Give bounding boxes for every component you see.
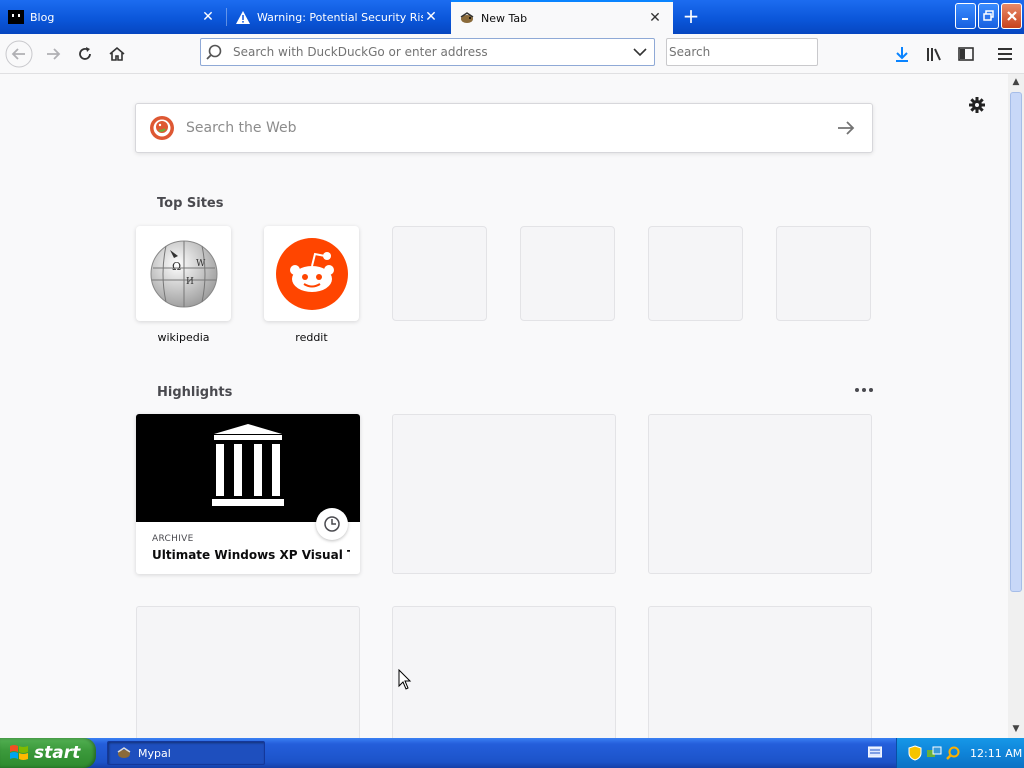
clock-label: 12:11 AM [970, 746, 1023, 760]
highlight-title: Ultimate Windows XP Visual The... [152, 548, 350, 562]
mypal-favicon-icon [459, 10, 475, 26]
wikipedia-globe-icon: Ω W И [150, 240, 217, 307]
arrow-right-icon[interactable] [834, 116, 858, 140]
tab-label: Blog [30, 10, 55, 24]
sidebar-toggle-button[interactable] [952, 40, 980, 68]
minimize-icon [961, 18, 968, 20]
hamburger-menu-icon [998, 48, 1012, 60]
top-site-empty [520, 226, 615, 321]
web-search-box[interactable] [135, 103, 873, 153]
start-label: start [34, 743, 81, 763]
restore-button[interactable] [978, 3, 999, 29]
svg-text:W: W [196, 259, 206, 269]
duckduckgo-icon [150, 116, 174, 140]
web-search-input[interactable] [184, 119, 834, 137]
library-button[interactable] [920, 40, 948, 68]
taskbar-item-mypal[interactable]: Mypal [107, 741, 265, 765]
url-input[interactable] [231, 44, 626, 60]
home-button[interactable] [103, 40, 131, 68]
tab-new-tab[interactable]: New Tab ✕ [451, 0, 673, 34]
top-site-reddit[interactable] [264, 226, 359, 321]
scroll-thumb[interactable] [1010, 92, 1022, 592]
restore-icon [982, 10, 994, 21]
security-shield-icon[interactable] [907, 745, 923, 761]
close-tab-icon[interactable]: ✕ [423, 9, 439, 25]
network-icon[interactable] [926, 745, 942, 761]
search-input[interactable] [667, 44, 821, 60]
windows-taskbar: start Mypal 12:11 AM [0, 738, 1024, 768]
forward-button[interactable] [39, 40, 67, 68]
back-arrow-icon [5, 40, 33, 68]
start-button[interactable]: start [0, 738, 96, 768]
sidebar-icon [958, 47, 974, 61]
menu-button[interactable] [991, 40, 1019, 68]
chevron-down-icon[interactable] [626, 42, 654, 62]
history-badge [316, 508, 348, 540]
navigation-toolbar [0, 34, 1024, 74]
reddit-alien-icon [275, 237, 348, 310]
mypal-app-icon [117, 747, 131, 758]
close-icon [1006, 11, 1017, 21]
library-icon [927, 48, 941, 61]
svg-text:Ω: Ω [172, 260, 181, 273]
taskbar-item-label: Mypal [138, 746, 171, 760]
svg-text:И: И [186, 277, 194, 287]
highlight-empty [136, 606, 360, 738]
gear-icon[interactable] [966, 94, 988, 116]
mouse-cursor-icon [398, 668, 412, 691]
highlight-card[interactable]: ARCHIVE Ultimate Windows XP Visual The..… [136, 414, 360, 574]
tab-security-warning[interactable]: Warning: Potential Security Risk A ✕ [227, 0, 449, 34]
blog-favicon-icon [8, 9, 24, 25]
download-arrow-icon [896, 47, 908, 62]
highlight-empty [392, 414, 616, 574]
close-tab-icon[interactable]: ✕ [200, 9, 216, 25]
warning-icon [235, 9, 251, 25]
scroll-down-icon[interactable]: ▼ [1011, 724, 1021, 734]
search-icon [206, 44, 222, 60]
top-site-label: reddit [295, 331, 328, 344]
new-tab-plus-icon[interactable]: + [680, 6, 702, 28]
home-icon [109, 46, 125, 61]
tab-strip: Blog ✕ Warning: Potential Security Risk … [0, 0, 1024, 34]
close-window-button[interactable] [1001, 3, 1022, 29]
highlight-thumbnail [136, 414, 360, 522]
top-site-label: wikipedia [157, 331, 210, 344]
reload-button[interactable] [71, 40, 99, 68]
reload-icon [79, 47, 91, 60]
tab-blog[interactable]: Blog ✕ [0, 0, 226, 34]
keyboard-icon[interactable] [868, 746, 882, 758]
tab-label: New Tab [481, 11, 528, 25]
highlight-empty [648, 414, 872, 574]
top-site-empty [776, 226, 871, 321]
windows-logo-icon [10, 745, 28, 760]
system-tray: 12:11 AM [896, 738, 1024, 768]
tab-label: Warning: Potential Security Risk A [257, 10, 423, 24]
top-site-empty [392, 226, 487, 321]
highlights-title: Highlights [157, 385, 233, 400]
magnifier-icon[interactable] [945, 745, 961, 761]
search-bar[interactable] [666, 38, 821, 66]
highlight-empty [648, 606, 872, 738]
vertical-scrollbar[interactable]: ▲ ▼ [1008, 74, 1024, 738]
highlight-empty [392, 606, 616, 738]
downloads-button[interactable] [888, 40, 916, 68]
new-tab-page: Top Sites Ω W И wikipedia reddit Highlig… [0, 74, 1008, 738]
minimize-button[interactable] [955, 3, 976, 29]
top-sites-title: Top Sites [157, 196, 224, 211]
url-bar[interactable] [200, 38, 655, 66]
back-button[interactable] [5, 40, 33, 68]
forward-arrow-icon [47, 48, 61, 60]
close-tab-icon[interactable]: ✕ [647, 10, 663, 26]
scroll-up-icon[interactable]: ▲ [1011, 77, 1021, 87]
archive-building-icon [212, 424, 284, 506]
highlight-source: ARCHIVE [152, 534, 194, 544]
top-site-empty [648, 226, 743, 321]
top-site-wikipedia[interactable]: Ω W И [136, 226, 231, 321]
more-options-icon[interactable] [852, 382, 876, 398]
clock-icon [324, 516, 340, 532]
